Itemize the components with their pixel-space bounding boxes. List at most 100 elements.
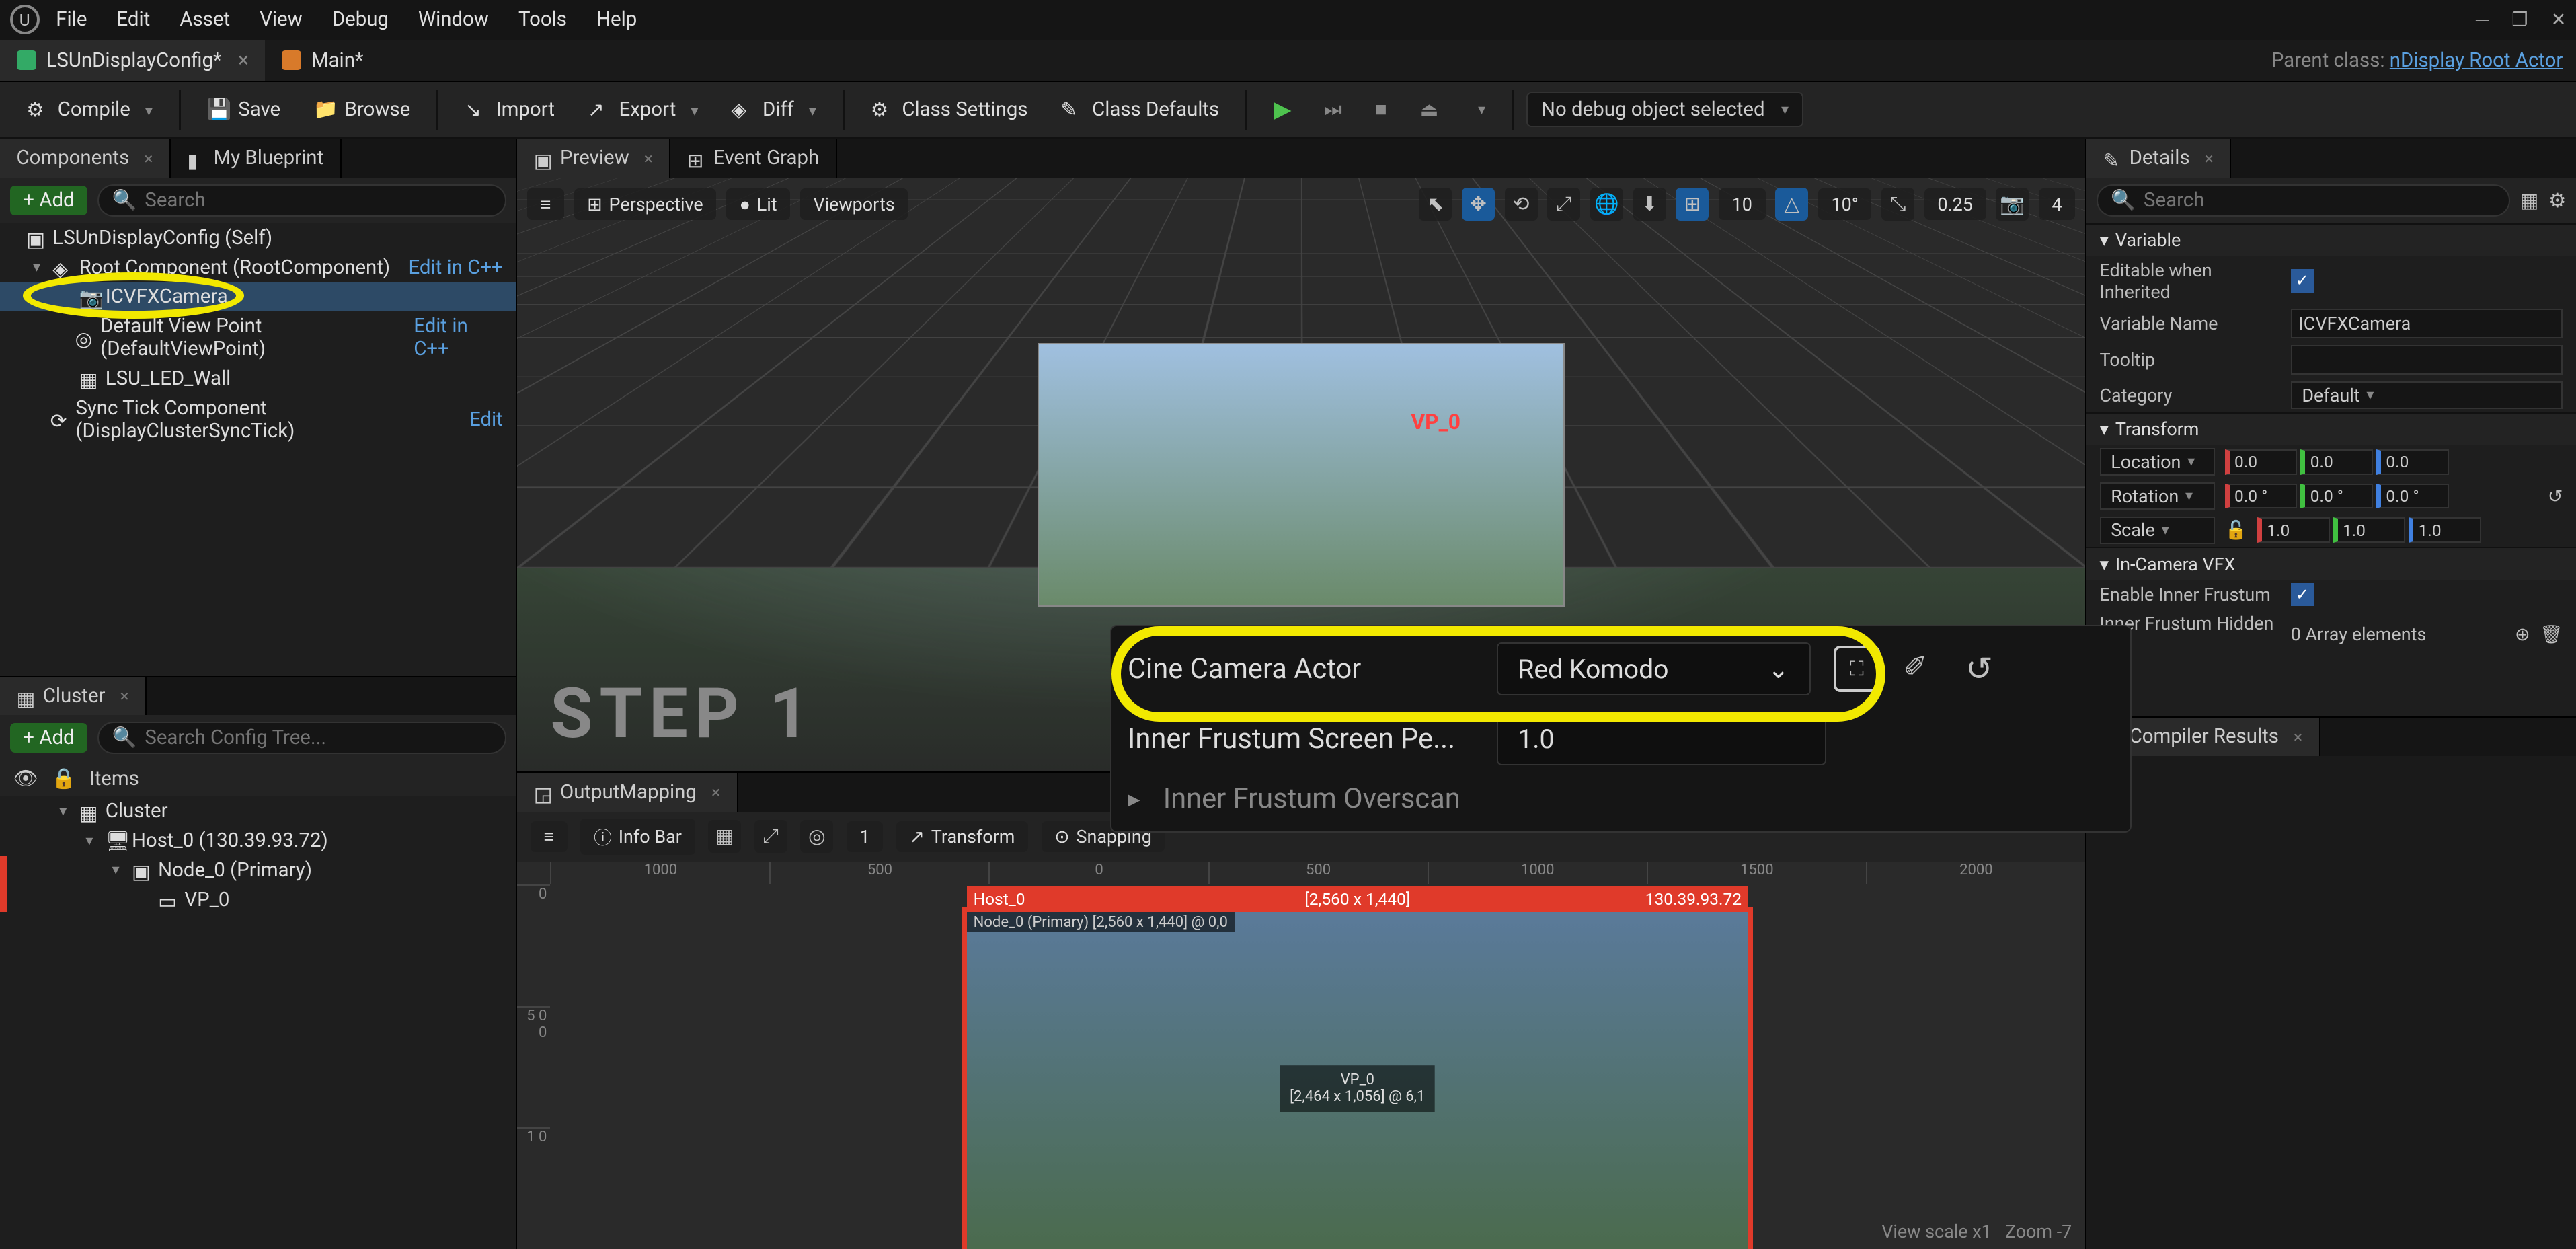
component-synctick[interactable]: ⟳Sync Tick Component (DisplayClusterSync… [0,393,516,446]
lit-dropdown[interactable]: ● Lit [726,188,790,220]
debug-object-dropdown[interactable]: No debug object selected [1526,92,1803,128]
enable-inner-checkbox[interactable]: ✓ [2291,583,2314,606]
angle-snap-icon[interactable]: △ [1775,188,1808,221]
grid-snap-value[interactable]: 10 [1719,188,1765,220]
om-layout-icon[interactable]: ▦ [708,820,741,853]
scale-x[interactable] [2257,517,2330,543]
class-defaults-button[interactable]: ✎Class Defaults [1048,91,1233,128]
menu-edit[interactable]: Edit [117,8,151,31]
om-fit-icon[interactable]: ◎ [800,820,833,853]
close-icon[interactable]: × [644,149,653,168]
viewport-menu[interactable]: ≡ [527,188,564,220]
cluster-root[interactable]: ▾▦Cluster [0,796,516,826]
settings-icon[interactable]: ⚙ [2548,189,2566,213]
close-icon[interactable]: ✕ [2551,9,2567,30]
rot-z[interactable] [2376,484,2449,509]
step-button[interactable]: ⏭ [1311,91,1356,128]
search-input[interactable] [145,189,492,212]
close-tab-icon[interactable]: × [238,49,249,72]
components-search[interactable]: 🔍 [97,184,506,217]
reset-icon[interactable]: ↺ [2548,486,2563,507]
scale-dropdown[interactable]: Scale [2100,517,2216,544]
menu-help[interactable]: Help [596,8,637,31]
scale-z[interactable] [2409,517,2481,543]
close-icon[interactable]: × [120,686,129,706]
component-ledwall[interactable]: ▦LSU_LED_Wall [0,364,516,393]
eyedropper-icon[interactable]: ✐ [1903,649,1943,689]
rotate-tool-icon[interactable]: ⟲ [1505,188,1538,221]
viewport-box[interactable]: VP_0 [2,464 x 1,056] @ 6,1 [1280,1065,1435,1112]
stop-button[interactable]: ■ [1362,91,1400,128]
search-input[interactable] [2144,189,2495,212]
tooltip-input[interactable] [2291,345,2563,375]
editable-inherited-checkbox[interactable]: ✓ [2291,269,2314,292]
menu-asset[interactable]: Asset [180,8,230,31]
tab-output-mapping[interactable]: ◲OutputMapping× [517,773,738,812]
camera-count[interactable]: 4 [2039,188,2075,220]
cluster-search[interactable]: 🔍 [97,722,506,754]
lock-icon[interactable]: 🔓 [2225,519,2248,541]
om-transform-button[interactable]: ↗ Transform [896,821,1028,853]
maximize-icon[interactable]: ❐ [2511,9,2528,30]
doc-tab-main[interactable]: Main* [265,40,380,81]
viewports-dropdown[interactable]: Viewports [800,188,908,220]
host-node-box[interactable]: Host_0 [2,560 x 1,440] 130.39.93.72 Node… [962,907,1753,1249]
section-transform[interactable]: ▾ Transform [2086,412,2576,445]
eye-icon[interactable]: 👁 [13,767,38,790]
rot-y[interactable] [2300,484,2373,509]
rot-x[interactable] [2225,484,2298,509]
save-button[interactable]: 💾Save [194,91,294,128]
tab-details[interactable]: ✎Details× [2086,139,2231,178]
scale-y[interactable] [2333,517,2406,543]
loc-x[interactable] [2225,449,2298,475]
om-scale-value[interactable]: 1 [847,821,883,853]
add-element-icon[interactable]: ⊕ [2515,623,2530,645]
tab-my-blueprint[interactable]: ▮My Blueprint [171,139,342,178]
search-input[interactable] [145,726,492,749]
select-tool-icon[interactable]: ⬉ [1419,188,1452,221]
component-icvfxcamera[interactable]: 📷ICVFXCamera [0,282,516,312]
location-dropdown[interactable]: Location [2100,448,2216,476]
coord-space-icon[interactable]: 🌐 [1590,188,1623,221]
component-rootcomp[interactable]: ▾◈Root Component (RootComponent)Edit in … [0,253,516,282]
parent-class-link[interactable]: nDisplay Root Actor [2390,49,2563,72]
om-zoom-icon[interactable]: ⤢ [754,820,787,853]
diff-button[interactable]: ◈Diff [718,91,830,128]
scale-tool-icon[interactable]: ⤢ [1547,188,1580,221]
menu-view[interactable]: View [260,8,303,31]
scale-snap-value[interactable]: 0.25 [1924,188,1986,220]
cluster-node[interactable]: ▾▣Node_0 (Primary) [0,856,516,885]
tab-event-graph[interactable]: ⊞Event Graph [670,139,836,178]
edit-cpp-link[interactable]: Edit in C++ [414,315,509,361]
browse-button[interactable]: 📁Browse [301,91,424,128]
play-button[interactable]: ▶ [1260,89,1304,130]
add-component-button[interactable]: + Add [10,186,88,215]
section-icvfx[interactable]: ▾ In-Camera VFX [2086,547,2576,580]
tab-preview[interactable]: ▣Preview× [517,139,670,178]
output-mapping-canvas[interactable]: 10005000500100015002000 05 0 01 0 Host_0… [517,862,2085,1249]
close-icon[interactable]: × [2294,727,2302,747]
inner-overscan-label[interactable]: Inner Frustum Overscan [1163,782,1510,815]
surface-snap-icon[interactable]: ⬇ [1633,188,1666,221]
angle-snap-value[interactable]: 10° [1818,188,1872,220]
edit-cpp-link[interactable]: Edit in C++ [408,256,509,279]
menu-tools[interactable]: Tools [518,8,567,31]
menu-window[interactable]: Window [418,8,489,31]
compile-button[interactable]: ⚙Compile [13,91,166,128]
component-root[interactable]: ▣LSUnDisplayConfig (Self) [0,223,516,253]
close-icon[interactable]: × [2205,149,2214,168]
add-cluster-button[interactable]: + Add [10,723,88,753]
om-menu[interactable]: ≡ [531,821,568,853]
play-options[interactable] [1458,95,1499,125]
doc-tab-displayconfig[interactable]: LSUnDisplayConfig* × [0,40,265,81]
category-dropdown[interactable]: Default [2291,381,2563,409]
eject-button[interactable]: ⏏ [1407,91,1452,128]
scale-snap-icon[interactable]: ⤡ [1881,188,1914,221]
lock-icon[interactable]: 🔒 [52,767,77,790]
camera-speed-icon[interactable]: 📷 [1996,188,2029,221]
loc-z[interactable] [2376,449,2449,475]
clear-icon[interactable]: 🗑 [2540,623,2563,645]
rotation-dropdown[interactable]: Rotation [2100,482,2216,510]
move-tool-icon[interactable]: ✥ [1462,188,1495,221]
component-defaultviewpoint[interactable]: ◎Default View Point (DefaultViewPoint)Ed… [0,311,516,364]
